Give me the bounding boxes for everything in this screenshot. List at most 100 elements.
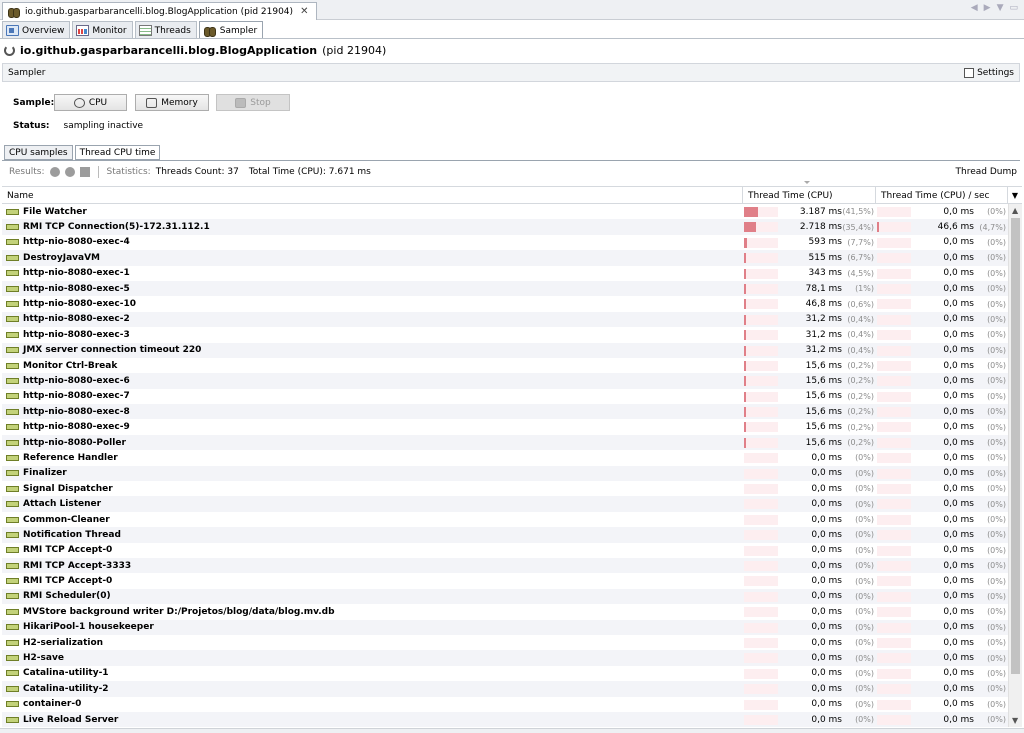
vertical-scrollbar[interactable]: ▲ ▼: [1008, 204, 1022, 727]
table-row[interactable]: http-nio-8080-exec-10 46,8 ms (0,6%) 0,0 ms…: [2, 296, 1008, 311]
cpu-time-percent: (0%): [855, 561, 874, 571]
cpu-bar-track: [744, 668, 778, 679]
column-name[interactable]: Name: [2, 187, 743, 204]
table-row[interactable]: Live Reload Server 0,0 ms (0%) 0,0 ms (0%): [2, 711, 1008, 727]
close-tab-icon[interactable]: ✕: [300, 6, 308, 17]
scroll-left-icon[interactable]: ◀: [971, 3, 978, 13]
table-row[interactable]: container-0 0,0 ms (0%) 0,0 ms (0%): [2, 697, 1008, 712]
table-row[interactable]: http-nio-8080-exec-8 15,6 ms (0,2%) 0,0 ms (…: [2, 404, 1008, 420]
scroll-up-icon[interactable]: ▲: [1012, 206, 1018, 215]
cpu-time-percent: (0%): [855, 684, 874, 694]
cpu-bar-track: [744, 299, 778, 310]
document-tab[interactable]: io.github.gasparbarancelli.blog.BlogAppl…: [2, 2, 318, 20]
sample-controls: Sample: CPU Memory Stop: [13, 94, 290, 111]
thread-name: Notification Thread: [23, 529, 121, 540]
tab-overview[interactable]: Overview: [2, 21, 71, 39]
table-row[interactable]: Notification Thread 0,0 ms (0%) 0,0 ms (0%): [2, 527, 1008, 543]
cpu-per-sec-cell: 0,0 ms (0%): [876, 712, 1008, 727]
table-row[interactable]: Reference Handler 0,0 ms (0%) 0,0 ms (0%): [2, 450, 1008, 465]
cpu-sec-bar-track: [877, 699, 911, 710]
table-row[interactable]: Monitor Ctrl-Break 15,6 ms (0,2%) 0,0 ms (0%…: [2, 358, 1008, 373]
cpu-time-cell: 15,6 ms (0,2%): [743, 373, 876, 388]
tab-thread-cpu-time[interactable]: Thread CPU time: [74, 145, 161, 160]
table-row[interactable]: MVStore background writer D:/Projetos/bl…: [2, 604, 1008, 619]
table-row[interactable]: RMI TCP Accept-3333 0,0 ms (0%) 0,0 ms (0%): [2, 557, 1008, 574]
cpu-time-value: 15,6 ms: [805, 406, 842, 417]
cpu-bar: [744, 283, 746, 294]
table-row[interactable]: File Watcher 3.187 ms (41,5%) 0,0 ms (0%): [2, 204, 1008, 219]
thread-dump-button[interactable]: Thread Dump: [956, 167, 1017, 177]
table-row[interactable]: DestroyJavaVM 515 ms (6,7%) 0,0 ms (0%): [2, 250, 1008, 266]
table-row[interactable]: RMI TCP Accept-0 0,0 ms (0%) 0,0 ms (0%): [2, 543, 1008, 558]
table-row[interactable]: Common-Cleaner 0,0 ms (0%) 0,0 ms (0%): [2, 512, 1008, 527]
cpu-bar: [744, 222, 756, 233]
cpu-sec-percent: (0%): [987, 376, 1006, 386]
stop-button[interactable]: Stop: [216, 94, 290, 111]
table-row[interactable]: http-nio-8080-exec-3 31,2 ms (0,4%) 0,0 ms (…: [2, 327, 1008, 342]
table-row[interactable]: http-nio-8080-Poller 15,6 ms (0,2%) 0,0 ms (…: [2, 434, 1008, 451]
snapshot-icon[interactable]: [49, 167, 60, 177]
cpu-button-label: CPU: [88, 97, 108, 108]
thread-name-cell: RMI TCP Accept-3333: [2, 561, 743, 571]
table-row[interactable]: http-nio-8080-exec-2 31,2 ms (0,4%) 0,0 ms (…: [2, 311, 1008, 328]
table-row[interactable]: http-nio-8080-exec-9 15,6 ms (0,2%) 0,0 ms (…: [2, 419, 1008, 434]
table-row[interactable]: Attach Listener 0,0 ms (0%) 0,0 ms (0%): [2, 496, 1008, 512]
cpu-sec-percent: (0%): [987, 515, 1006, 524]
thread-name: File Watcher: [23, 206, 87, 217]
table-row[interactable]: Finalizer 0,0 ms (0%) 0,0 ms (0%): [2, 465, 1008, 482]
thread-name: http-nio-8080-exec-4: [23, 237, 130, 248]
cpu-per-sec-cell: 0,0 ms (0%): [876, 296, 1008, 311]
cpu-time-percent: (0,2%): [847, 391, 874, 401]
cpu-time-percent: (0%): [855, 499, 874, 509]
cpu-sec-bar-track: [877, 391, 911, 402]
table-row[interactable]: RMI TCP Connection(5)-172.31.112.1 2.718 …: [2, 219, 1008, 235]
cpu-sec-bar-track: [877, 637, 911, 648]
tab-threads[interactable]: Threads: [134, 21, 197, 39]
thread-name: http-nio-8080-exec-1: [23, 268, 130, 279]
table-row[interactable]: H2-serialization 0,0 ms (0%) 0,0 ms (0%): [2, 635, 1008, 650]
scroll-right-icon[interactable]: ▶: [984, 3, 991, 13]
cpu-time-value: 0,0 ms: [811, 499, 842, 510]
cpu-button[interactable]: CPU: [54, 94, 127, 111]
clock-icon: [73, 97, 85, 108]
tab-sampler[interactable]: Sampler: [198, 21, 264, 39]
cpu-time-percent: (0%): [855, 699, 874, 709]
memory-button[interactable]: Memory: [135, 94, 209, 111]
thread-name-cell: H2-save: [2, 653, 743, 663]
column-menu-icon[interactable]: ▼: [1008, 187, 1022, 204]
cpu-time-percent: (0%): [855, 484, 874, 494]
table-row[interactable]: http-nio-8080-exec-6 15,6 ms (0,2%) 0,0 ms (…: [2, 373, 1008, 389]
table-row[interactable]: Catalina-utility-2 0,0 ms (0%) 0,0 ms (0%): [2, 681, 1008, 697]
cpu-per-sec-cell: 0,0 ms (0%): [876, 373, 1008, 388]
table-row[interactable]: Signal Dispatcher 0,0 ms (0%) 0,0 ms (0%): [2, 481, 1008, 496]
cpu-sec-bar-track: [877, 437, 911, 448]
pause-icon[interactable]: [79, 167, 90, 177]
table-row[interactable]: http-nio-8080-exec-5 78,1 ms (1%) 0,0 ms (0%…: [2, 280, 1008, 297]
tab-list-icon[interactable]: ▼: [997, 3, 1004, 13]
table-row[interactable]: http-nio-8080-exec-7 15,6 ms (0,2%) 0,0 ms (…: [2, 389, 1008, 404]
table-row[interactable]: RMI Scheduler(0) 0,0 ms (0%) 0,0 ms (0%): [2, 588, 1008, 605]
table-row[interactable]: JMX server connection timeout 220 31,2 ms…: [2, 342, 1008, 358]
column-cpu-time[interactable]: Thread Time (CPU): [743, 187, 876, 204]
table-row[interactable]: http-nio-8080-exec-1 343 ms (4,5%) 0,0 ms (0…: [2, 266, 1008, 281]
cpu-bar-track: [744, 437, 778, 448]
thread-name-cell: Catalina-utility-2: [2, 684, 743, 694]
cpu-bar-track: [744, 607, 778, 618]
scrollbar-thumb[interactable]: [1011, 218, 1020, 674]
table-row[interactable]: HikariPool-1 housekeeper 0,0 ms (0%) 0,0 ms…: [2, 619, 1008, 635]
cpu-per-sec-cell: 0,0 ms (0%): [876, 466, 1008, 481]
table-row[interactable]: H2-save 0,0 ms (0%) 0,0 ms (0%): [2, 650, 1008, 666]
settings-toggle[interactable]: Settings: [964, 67, 1014, 78]
cpu-time-value: 46,8 ms: [805, 299, 842, 310]
tab-cpu-samples[interactable]: CPU samples: [4, 145, 73, 160]
settings-checkbox[interactable]: [964, 67, 975, 78]
table-row[interactable]: RMI TCP Accept-0 0,0 ms (0%) 0,0 ms (0%): [2, 573, 1008, 588]
scroll-down-icon[interactable]: ▼: [1012, 716, 1018, 725]
restore-window-icon[interactable]: ▭: [1009, 3, 1018, 13]
refresh-icon[interactable]: [64, 167, 75, 177]
table-row[interactable]: Catalina-utility-1 0,0 ms (0%) 0,0 ms (0%): [2, 666, 1008, 681]
tab-monitor-label: Monitor: [92, 25, 127, 36]
tab-monitor[interactable]: Monitor: [72, 21, 133, 39]
column-cpu-time-per-sec[interactable]: Thread Time (CPU) / sec: [876, 187, 1008, 204]
table-row[interactable]: http-nio-8080-exec-4 593 ms (7,7%) 0,0 ms (0…: [2, 235, 1008, 250]
